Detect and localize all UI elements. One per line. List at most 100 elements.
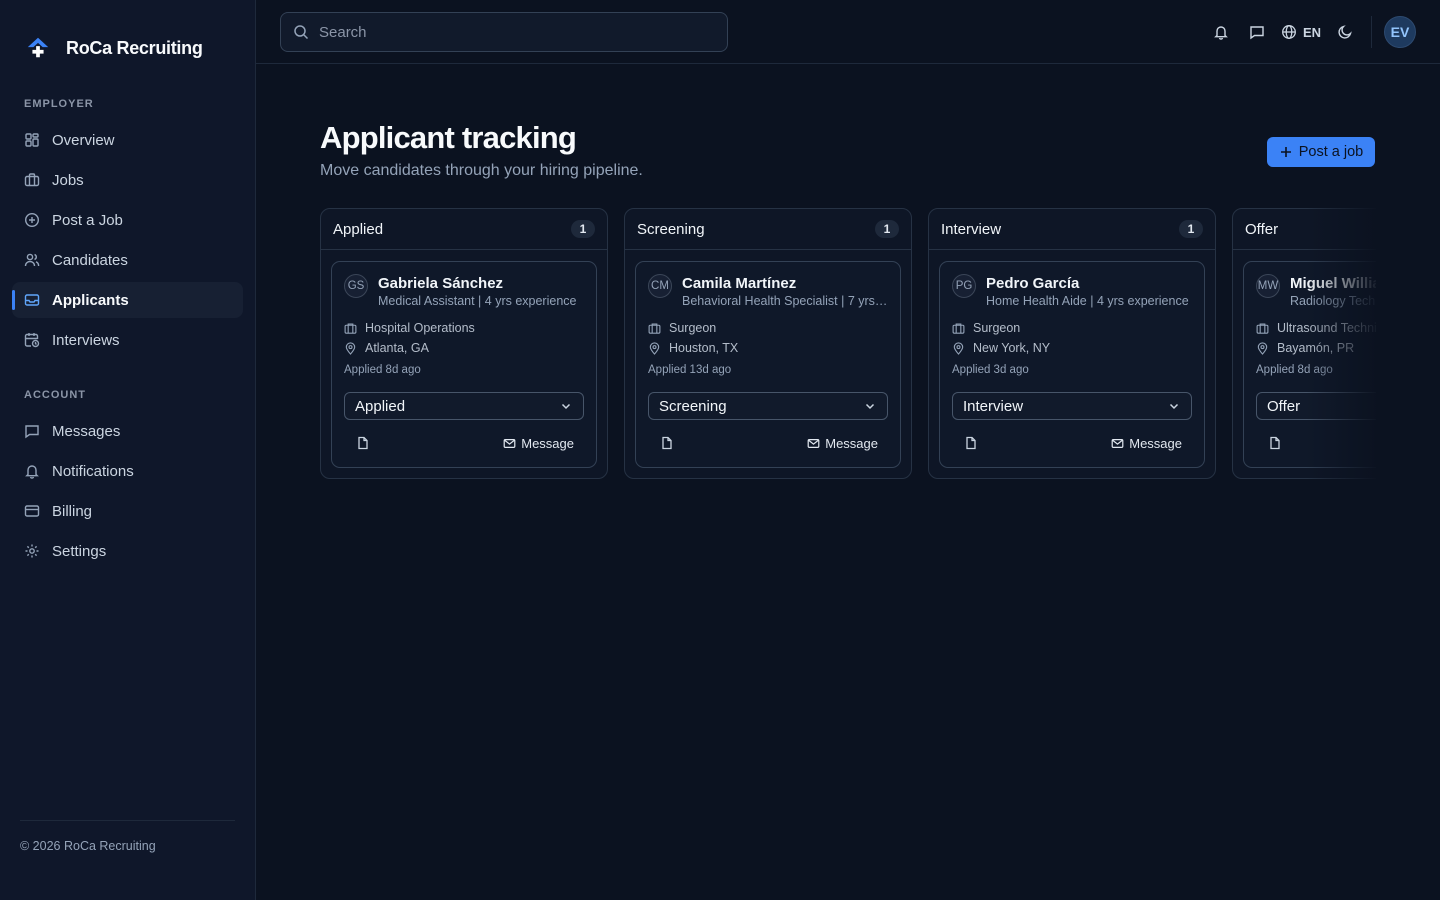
pipeline-column-offer: Offer 1 MW Miguel Williams Radiology Tec… [1232,208,1376,479]
chevron-down-icon [1167,399,1181,413]
column-header: Offer 1 [1233,209,1376,250]
candidate-department: Surgeon [669,321,717,335]
sidebar-item-label: Notifications [52,462,134,480]
sidebar-item-candidates[interactable]: Candidates [12,242,243,278]
candidate-department: Surgeon [973,321,1021,335]
column-title: Applied [333,220,384,238]
message-button-label: Message [825,435,878,451]
sidebar-item-label: Billing [52,502,93,520]
candidate-card[interactable]: CM Camila Martínez Behavioral Health Spe… [635,261,901,468]
message-button-label: Message [1129,435,1182,451]
sidebar-item-billing[interactable]: Billing [12,493,243,529]
stage-select[interactable]: Applied [344,392,584,420]
candidate-role: Medical Assistant | 4 yrs experience [378,294,577,308]
sidebar-item-label: Settings [52,542,107,560]
plus-icon [1279,145,1293,159]
mail-icon [1111,437,1124,450]
sidebar: RoCa Recruiting EMPLOYER Overview Jobs P… [0,0,256,900]
sidebar-item-notifications[interactable]: Notifications [12,453,243,489]
candidate-role: Behavioral Health Specialist | 7 yrs exp… [682,294,890,308]
sidebar-item-interviews[interactable]: Interviews [12,322,243,358]
column-title: Interview [941,220,1002,238]
building-icon [648,322,661,335]
candidate-location-row: Houston, TX [648,341,738,355]
building-icon [1256,322,1269,335]
employer-nav: Overview Jobs Post a Job Candidates Appl… [12,122,243,362]
users-icon [24,252,40,268]
sidebar-item-label: Interviews [52,331,120,349]
stage-select-value: Interview [963,397,1024,415]
pipeline-board: Applied 1 GS Gabriela Sánchez Medical As… [320,208,1376,480]
brand[interactable]: RoCa Recruiting [24,34,203,62]
stage-select[interactable]: Interview [952,392,1192,420]
grid-icon [24,132,40,148]
search-box[interactable] [280,12,728,52]
column-header: Applied 1 [321,209,607,250]
file-icon [660,436,674,450]
candidate-avatar: PG [952,274,976,298]
language-label: EN [1302,24,1321,40]
plus-circle-icon [24,212,40,228]
post-job-button[interactable]: Post a job [1267,137,1375,167]
theme-toggle-button[interactable] [1327,16,1363,48]
column-header: Screening 1 [625,209,911,250]
candidate-role: Radiology Technician [1290,294,1376,308]
search-icon [293,24,309,40]
inbox-icon [24,292,40,308]
candidate-avatar: GS [344,274,368,298]
candidate-name[interactable]: Gabriela Sánchez [378,275,503,292]
resume-button[interactable] [960,432,982,454]
candidate-department-row: Surgeon [648,321,716,335]
candidate-name[interactable]: Pedro García [986,275,1079,292]
moon-icon [1337,24,1353,40]
stage-select-value: Applied [355,397,406,415]
topbar-divider [1371,16,1372,48]
section-label-employer: EMPLOYER [24,98,94,110]
topbar-actions: EN EV [1203,0,1416,64]
user-avatar[interactable]: EV [1384,16,1416,48]
pipeline-column-applied: Applied 1 GS Gabriela Sánchez Medical As… [320,208,608,479]
message-button[interactable]: Message [807,432,878,454]
sidebar-item-post-a-job[interactable]: Post a Job [12,202,243,238]
search-input[interactable] [319,23,699,41]
sidebar-item-settings[interactable]: Settings [12,533,243,569]
messages-button[interactable] [1239,16,1275,48]
candidate-card[interactable]: PG Pedro García Home Health Aide | 4 yrs… [939,261,1205,468]
candidate-card[interactable]: MW Miguel Williams Radiology Technician … [1243,261,1376,468]
message-icon [1249,24,1265,40]
sidebar-item-jobs[interactable]: Jobs [12,162,243,198]
message-button[interactable]: Message [1111,432,1182,454]
sidebar-item-label: Applicants [52,291,129,309]
language-button[interactable]: EN [1275,16,1327,48]
file-icon [964,436,978,450]
applied-time: Applied 8d ago [1256,364,1333,376]
candidate-department-row: Hospital Operations [344,321,475,335]
sidebar-item-messages[interactable]: Messages [12,413,243,449]
bell-icon [24,463,40,479]
brand-name: RoCa Recruiting [66,37,203,58]
resume-button[interactable] [656,432,678,454]
globe-icon [1281,24,1297,40]
logo-icon [24,34,52,62]
candidate-department-row: Ultrasound Technician [1256,321,1376,335]
candidate-role: Home Health Aide | 4 yrs experience [986,294,1189,308]
stage-select[interactable]: Screening [648,392,888,420]
sidebar-item-overview[interactable]: Overview [12,122,243,158]
notifications-button[interactable] [1203,16,1239,48]
candidate-card[interactable]: GS Gabriela Sánchez Medical Assistant | … [331,261,597,468]
candidate-name[interactable]: Miguel Williams [1290,275,1376,292]
candidate-location: Atlanta, GA [365,341,429,355]
stage-select[interactable]: Offer [1256,392,1376,420]
resume-button[interactable] [352,432,374,454]
resume-button[interactable] [1264,432,1286,454]
building-icon [344,322,357,335]
message-button[interactable]: Message [503,432,574,454]
candidate-name[interactable]: Camila Martínez [682,275,796,292]
candidate-location: New York, NY [973,341,1051,355]
candidate-location-row: Atlanta, GA [344,341,429,355]
column-title: Screening [637,220,705,238]
candidate-avatar: MW [1256,274,1280,298]
sidebar-item-applicants[interactable]: Applicants [12,282,243,318]
candidate-department-row: Surgeon [952,321,1020,335]
candidate-avatar: CM [648,274,672,298]
